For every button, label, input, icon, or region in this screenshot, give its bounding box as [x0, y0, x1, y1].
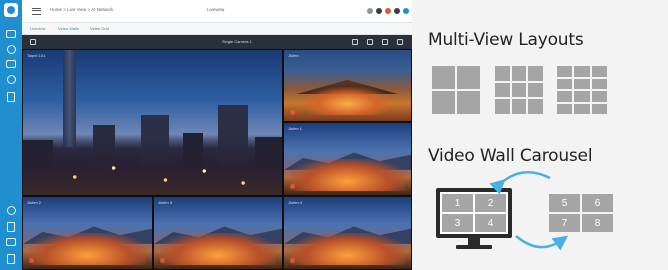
- snapshot-icon[interactable]: [367, 39, 373, 45]
- camera-tile[interactable]: Jiufen: [283, 49, 412, 122]
- wall-tile: 7: [549, 214, 580, 232]
- arrow-back-icon: [515, 235, 569, 251]
- layout-3x3-icon: [495, 66, 543, 114]
- monitor-tile: 1: [442, 194, 473, 212]
- carousel-title: Video Wall Carousel: [428, 146, 593, 166]
- app-logo-icon: [4, 3, 18, 17]
- layout-2x2-icon: [432, 66, 480, 114]
- nvr-app-window: Home > Live View > AI Network Liveview L…: [0, 0, 412, 270]
- help-icon[interactable]: [376, 8, 382, 14]
- camera-grid: Taipei 101 Jiufen Jiufen 1 Jiufen 2 Jiuf…: [22, 49, 412, 270]
- account-avatar[interactable]: [403, 8, 409, 14]
- center-title: Liveview: [207, 7, 225, 12]
- camera-label: Jiufen 2: [27, 200, 42, 205]
- event-icon[interactable]: [6, 75, 16, 84]
- layout-icon[interactable]: [352, 39, 358, 45]
- sidebar: [0, 0, 22, 270]
- view-tabs: Liveview Video Walls Video Grid: [22, 23, 412, 35]
- tab-video-walls[interactable]: Video Walls: [58, 26, 79, 31]
- menu-icon[interactable]: [32, 8, 41, 15]
- camera-tile[interactable]: Jiufen 2: [22, 196, 153, 270]
- monitor-base: [456, 245, 492, 249]
- notification-icon[interactable]: [367, 8, 373, 14]
- profile-icon[interactable]: [394, 8, 400, 14]
- arrow-forward-icon: [489, 171, 551, 195]
- taipei-101-tower: [63, 50, 76, 147]
- report-icon[interactable]: [7, 92, 15, 102]
- playback-icon[interactable]: [6, 60, 16, 68]
- settings-icon[interactable]: [7, 254, 15, 264]
- network-icon[interactable]: [6, 238, 16, 246]
- monitor-icon: 1 2 3 4: [436, 188, 512, 238]
- monitor-tile: 3: [442, 214, 473, 232]
- camera-label: Jiufen 4: [288, 200, 303, 205]
- log-icon[interactable]: [7, 222, 15, 232]
- camera-label: Taipei 101: [27, 53, 46, 58]
- settings-icon[interactable]: [382, 39, 388, 45]
- monitor-icon[interactable]: [6, 30, 16, 38]
- view-toolbar: Single Camera 1: [22, 35, 412, 49]
- monitor-tile: 4: [475, 214, 506, 232]
- camera-label: Jiufen: [288, 53, 299, 58]
- user-icon[interactable]: [6, 206, 16, 215]
- camera-label: Jiufen 1: [288, 126, 303, 131]
- wall-tile: 8: [582, 214, 613, 232]
- breadcrumb: Home > Live View > AI Network: [50, 7, 114, 12]
- camera-tile[interactable]: Jiufen 1: [283, 122, 412, 196]
- camera-tile[interactable]: Jiufen 3: [153, 196, 283, 270]
- layout-4x3-icon: [557, 66, 607, 114]
- wall-tile: 5: [549, 194, 580, 212]
- video-wall-grid: 5 6 7 8: [549, 194, 613, 232]
- fullscreen-icon[interactable]: [397, 39, 403, 45]
- camera-icon[interactable]: [6, 45, 16, 54]
- alert-icon[interactable]: [385, 8, 391, 14]
- camera-label: Jiufen 3: [158, 200, 173, 205]
- monitor-tile: 2: [475, 194, 506, 212]
- wall-tile: 6: [582, 194, 613, 212]
- tab-video-grid[interactable]: Video Grid: [90, 26, 109, 31]
- tab-liveview[interactable]: Liveview: [30, 26, 45, 31]
- view-label: Single Camera 1: [222, 39, 252, 44]
- top-bar: Home > Live View > AI Network Liveview: [22, 0, 412, 23]
- camera-tile[interactable]: Taipei 101: [22, 49, 283, 196]
- back-icon[interactable]: [30, 39, 36, 45]
- multiview-title: Multi-View Layouts: [428, 30, 584, 50]
- feature-panel: Multi-View Layouts Video Wall Carousel 1…: [412, 0, 668, 270]
- camera-tile[interactable]: Jiufen 4: [283, 196, 412, 270]
